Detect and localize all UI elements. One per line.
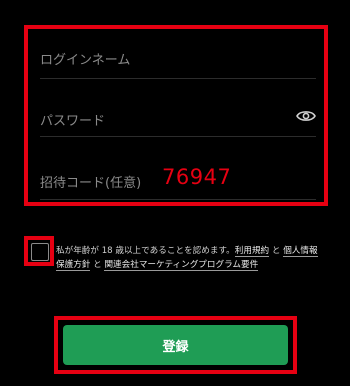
age-checkbox-highlight xyxy=(24,236,54,266)
register-button[interactable]: 登録 xyxy=(63,325,288,365)
login-name-field[interactable]: ログインネーム xyxy=(40,39,316,79)
login-name-placeholder: ログインネーム xyxy=(40,53,131,68)
register-button-highlight: 登録 xyxy=(54,316,297,374)
terms-of-use-link[interactable]: 利用規約 xyxy=(234,246,270,257)
password-field[interactable]: パスワード xyxy=(40,97,316,137)
invite-code-label: 招待コード(任意) xyxy=(40,176,142,191)
eye-icon[interactable] xyxy=(296,109,316,123)
credentials-form-highlight: ログインネーム パスワード 招待コード(任意) 76947 xyxy=(24,25,328,206)
age-confirm-checkbox[interactable] xyxy=(31,243,49,261)
terms-conjunction: と xyxy=(269,246,284,256)
terms-prefix: 私が年齢が 18 歳以上であることを認めます。 xyxy=(56,246,235,256)
marketing-program-link[interactable]: 関連会社マーケティングプログラム要件 xyxy=(104,260,259,271)
terms-conjunction: と xyxy=(90,260,105,270)
password-placeholder: パスワード xyxy=(40,114,106,129)
terms-text: 私が年齢が 18 歳以上であることを認めます。利用規約 と 個人情報保護方針 と… xyxy=(56,244,326,272)
invite-code-field[interactable]: 招待コード(任意) 76947 xyxy=(40,160,316,200)
invite-code-value: 76947 xyxy=(162,165,232,189)
